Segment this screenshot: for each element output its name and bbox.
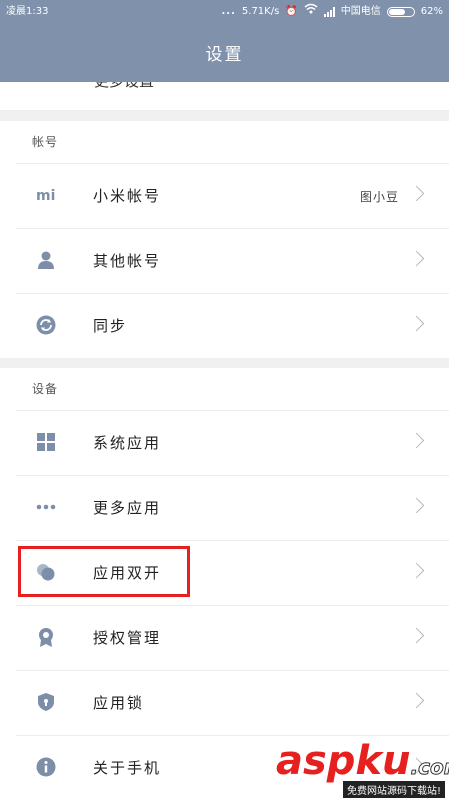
- list-item-other-accounts[interactable]: 其他帐号: [0, 228, 449, 293]
- list-item-label: 同步: [93, 317, 128, 335]
- svg-text:mi: mi: [36, 188, 55, 204]
- page-title: 设置: [205, 45, 244, 65]
- chevron-right-icon: [408, 250, 425, 267]
- chevron-right-icon: [408, 185, 425, 202]
- account-name: 图小豆: [359, 190, 399, 204]
- network-speed: 5.71K/s: [241, 6, 280, 17]
- alarm-icon: ⏰: [285, 6, 298, 17]
- list-item-label: 系统应用: [93, 434, 162, 452]
- list-item-label: 更多应用: [93, 499, 162, 517]
- dots-icon: [36, 497, 56, 517]
- list-item-label: 关于手机: [93, 759, 162, 777]
- shield-lock-icon: [36, 692, 56, 712]
- list-item-label: 更多设置: [94, 82, 154, 91]
- list-item-permissions[interactable]: 授权管理: [0, 605, 449, 670]
- grid-icon: [36, 432, 56, 452]
- person-icon: [36, 250, 56, 270]
- watermark: aspku.com: [276, 738, 449, 784]
- list-item-app-lock[interactable]: 应用锁: [0, 670, 449, 735]
- mi-logo-icon: mi: [36, 185, 56, 205]
- list-item-more-apps[interactable]: 更多应用: [0, 475, 449, 540]
- list-item-label: 小米帐号: [93, 187, 162, 205]
- section-header: 设备: [32, 382, 59, 396]
- settings-list: 更多设置 帐号 mi 小米帐号 图小豆 其他帐号 同步: [0, 82, 449, 800]
- list-item-label: 授权管理: [93, 629, 162, 647]
- chevron-right-icon: [408, 315, 425, 332]
- section-account: 帐号 mi 小米帐号 图小豆 其他帐号 同步: [0, 121, 449, 358]
- list-item-label: 应用锁: [93, 694, 145, 712]
- list-item-more-settings[interactable]: 更多设置: [0, 82, 449, 111]
- sync-icon: [36, 315, 56, 335]
- battery-percent: 62%: [420, 6, 443, 17]
- wifi-icon: [304, 0, 318, 24]
- watermark-subtitle: 免费网站源码下载站!: [342, 781, 445, 798]
- highlight-box: [18, 546, 190, 597]
- status-time: 凌晨1:33: [6, 6, 49, 17]
- carrier-name: 中国电信: [340, 6, 381, 17]
- chevron-right-icon: [408, 627, 425, 644]
- list-item-system-apps[interactable]: 系统应用: [0, 410, 449, 475]
- battery-icon: [386, 7, 415, 17]
- badge-icon: [36, 627, 56, 647]
- notification-dots: ...: [221, 6, 236, 17]
- chevron-right-icon: [408, 692, 425, 709]
- chevron-right-icon: [408, 497, 425, 514]
- section-header: 帐号: [32, 135, 59, 149]
- app-header: 凌晨1:33 ... 5.71K/s ⏰ 中国电信 62% 设置: [0, 0, 449, 82]
- chevron-right-icon: [408, 562, 425, 579]
- list-item-label: 其他帐号: [93, 252, 162, 270]
- status-bar: 凌晨1:33 ... 5.71K/s ⏰ 中国电信 62%: [0, 0, 449, 24]
- signal-icon: [323, 7, 335, 17]
- info-icon: [36, 757, 56, 777]
- list-item-mi-account[interactable]: mi 小米帐号 图小豆: [0, 163, 449, 228]
- list-item-sync[interactable]: 同步: [0, 293, 449, 358]
- chevron-right-icon: [408, 432, 425, 449]
